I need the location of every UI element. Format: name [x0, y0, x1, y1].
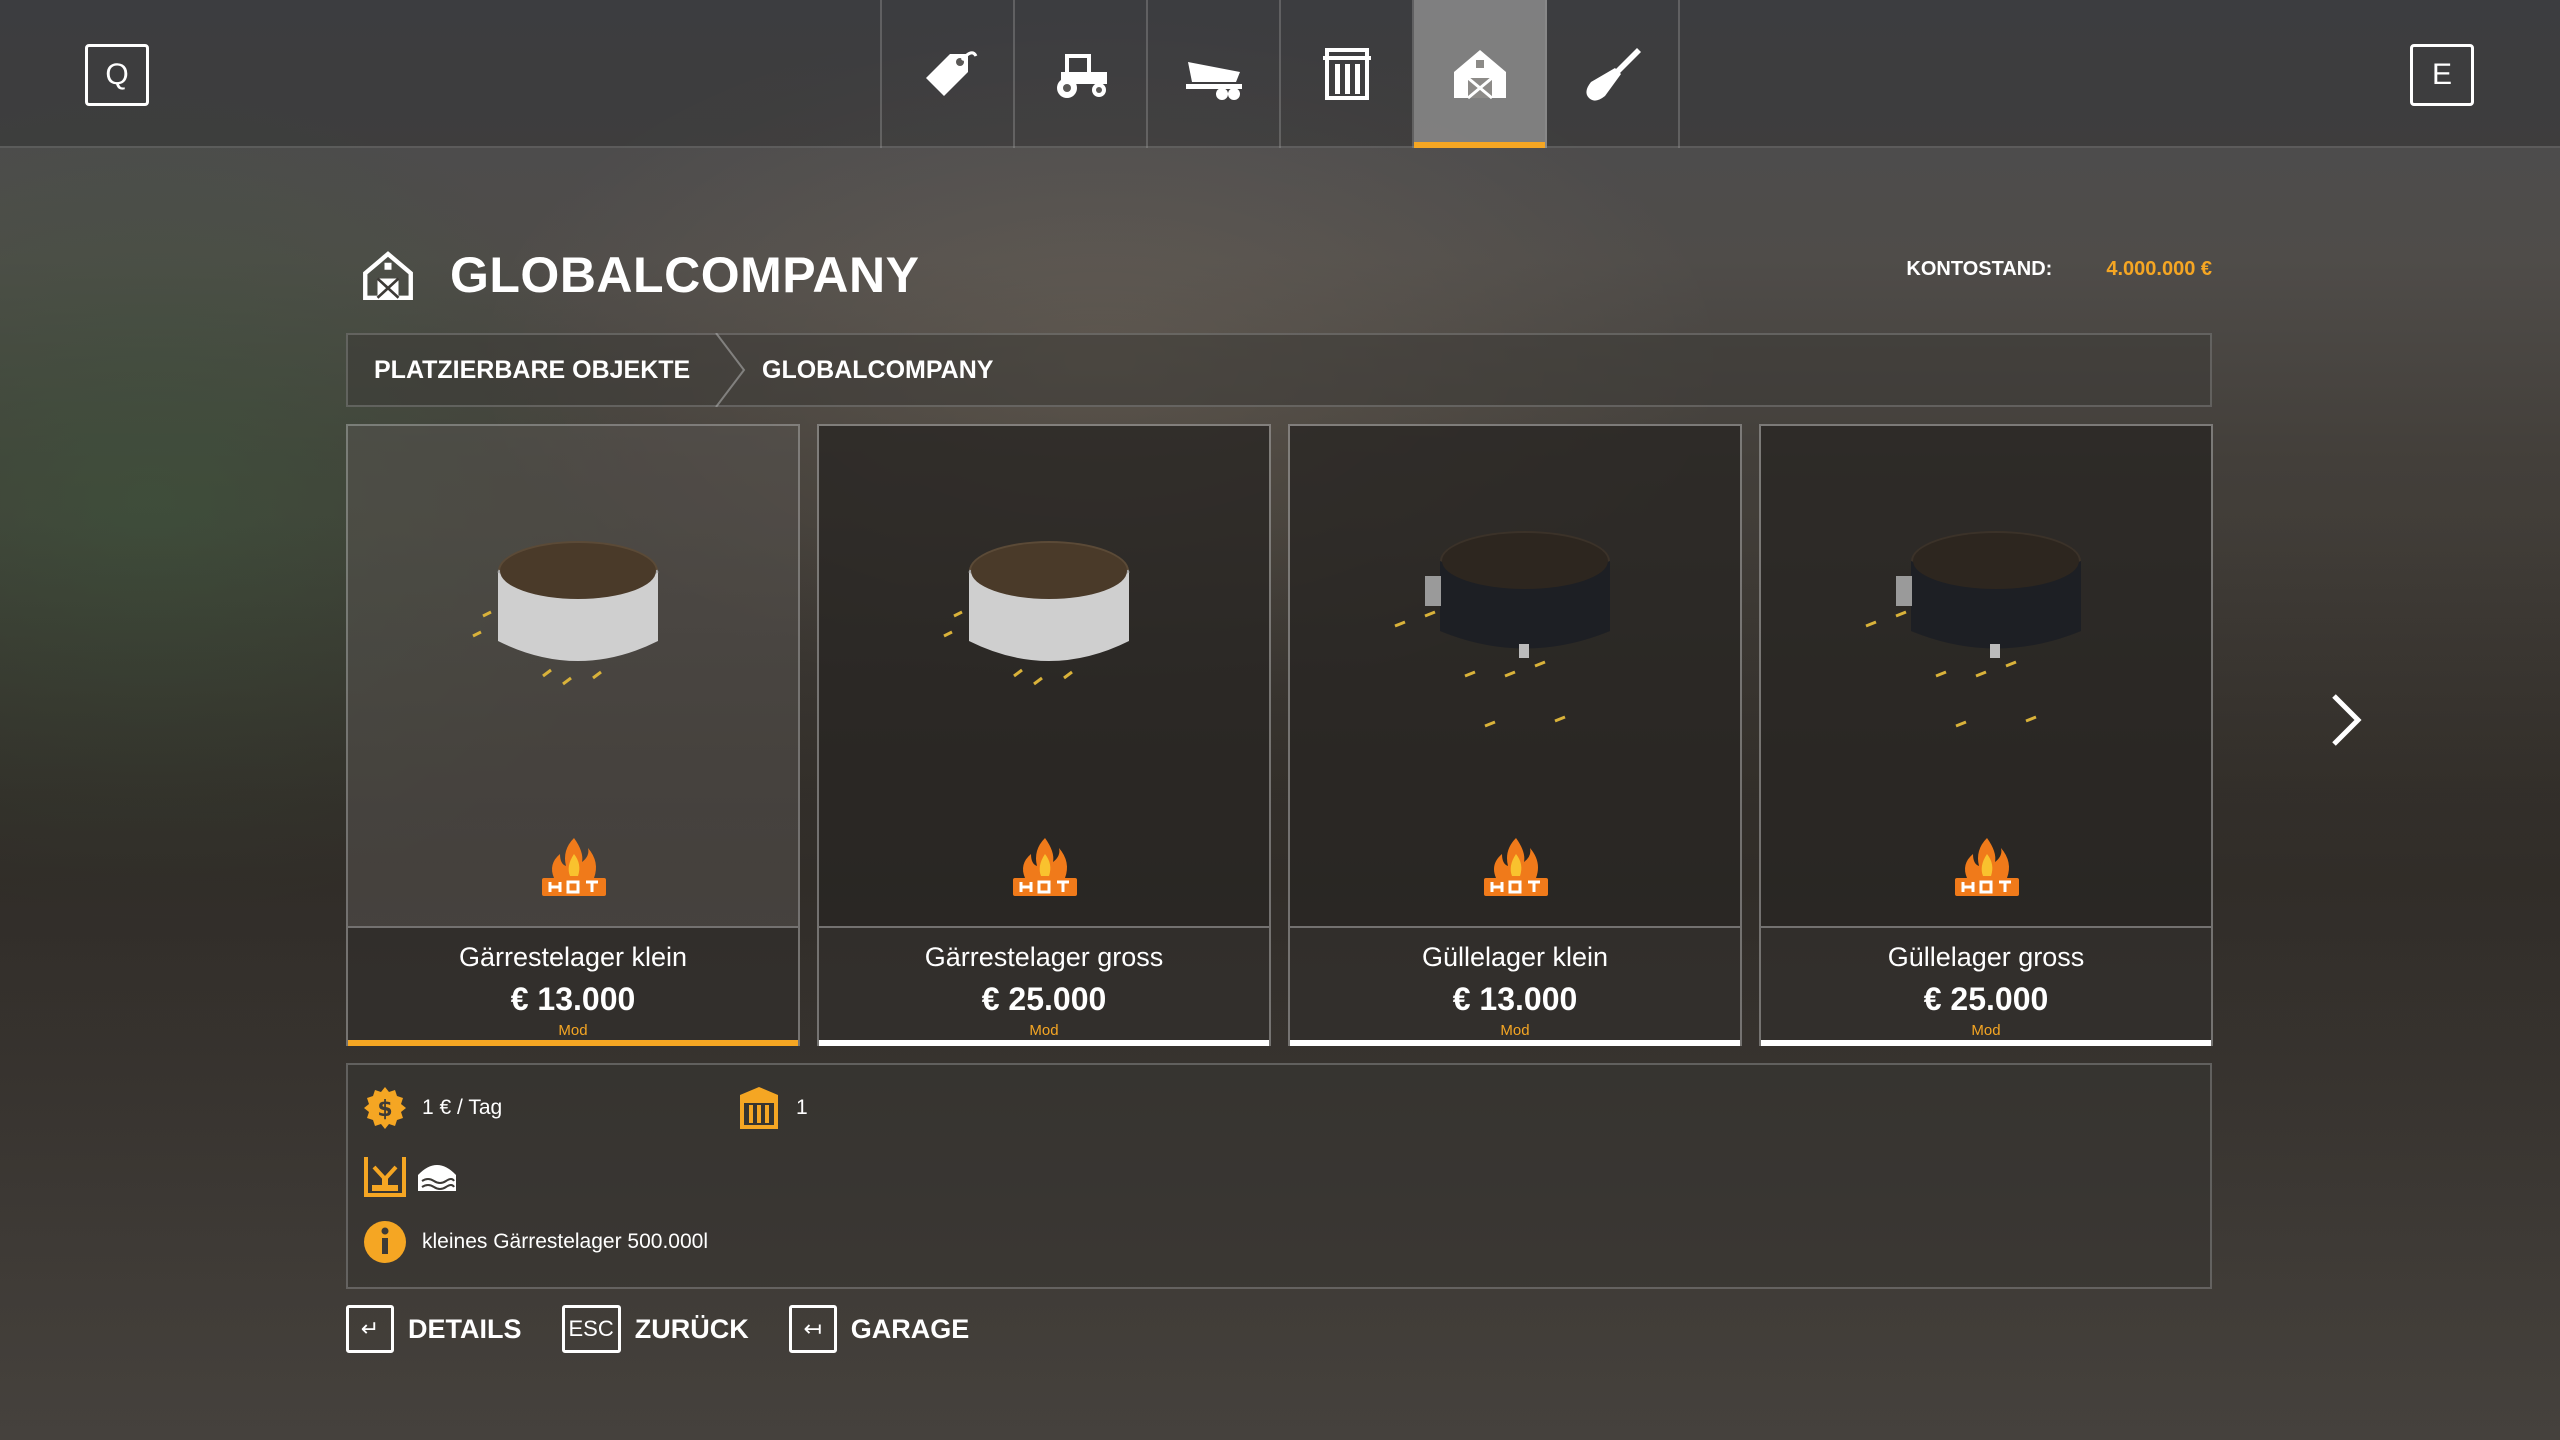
details-button[interactable]: ↵ DETAILS — [346, 1304, 522, 1354]
enter-key-icon: ↵ — [346, 1305, 394, 1353]
tractor-icon — [1056, 54, 1107, 98]
item-mod-tag: Mod — [1500, 1022, 1530, 1039]
item-name: Güllelager gross — [1887, 942, 2085, 972]
info-icon — [364, 1221, 406, 1263]
item-name: Gärrestelager gross — [924, 942, 1164, 972]
black-storage-tank-icon — [1394, 531, 1610, 728]
trailer-icon — [1185, 62, 1242, 100]
esc-key-icon: ESC — [561, 1305, 621, 1353]
chevron-right-icon[interactable] — [2326, 692, 2366, 748]
item-list: Gärrestelager klein € 13.000 Mod Gärrest… — [346, 424, 2213, 1046]
tab-objects[interactable] — [1281, 0, 1414, 148]
top-navigation-bar: Q E — [0, 0, 2560, 148]
item-info: Gärrestelager gross € 25.000 Mod — [819, 926, 1269, 1044]
footer-actions: ↵ DETAILS ESC ZURÜCK ↤ GARAGE — [346, 1304, 969, 1354]
item-name: Güllelager klein — [1421, 942, 1609, 972]
digestate-tank-icon — [418, 1165, 456, 1191]
hot-badge-icon — [1013, 838, 1077, 896]
breadcrumb-item-placeables[interactable]: PLATZIERBARE OBJEKTE — [348, 335, 732, 405]
tab-placeables[interactable] — [1414, 0, 1547, 148]
description-row: kleines Gärrestelager 500.000l — [362, 1219, 708, 1265]
back-label: ZURÜCK — [634, 1313, 749, 1344]
account-balance: KONTOSTAND: 4.000.000 € — [1906, 258, 2212, 281]
tab-vehicles[interactable] — [1015, 0, 1148, 148]
white-storage-tank-icon — [472, 541, 659, 686]
item-info: Güllelager gross € 25.000 Mod — [1761, 926, 2211, 1044]
item-description: kleines Gärrestelager 500.000l — [422, 1230, 709, 1253]
storage-fill-icon — [364, 1157, 406, 1197]
item-price: € 13.000 — [510, 981, 636, 1017]
item-mod-tag: Mod — [1971, 1022, 2001, 1039]
page-title: GLOBALCOMPANY — [450, 247, 920, 303]
svg-text:$: $ — [377, 1097, 392, 1122]
item-price: € 25.000 — [981, 981, 1107, 1017]
shovel-icon — [1585, 48, 1641, 101]
tab-key-icon: ↤ — [788, 1305, 837, 1353]
item-name: Gärrestelager klein — [458, 942, 688, 972]
breadcrumb-item-globalcompany[interactable]: GLOBALCOMPANY — [732, 335, 993, 405]
garage-label: GARAGE — [850, 1313, 970, 1344]
hot-badge-icon — [1955, 838, 2019, 896]
tab-sale[interactable] — [882, 0, 1015, 148]
item-info: Güllelager klein € 13.000 Mod — [1290, 926, 1740, 1044]
count-value: 1 — [796, 1096, 808, 1119]
black-storage-tank-icon — [1865, 531, 2081, 728]
item-card[interactable]: Gärrestelager klein € 13.000 Mod — [346, 424, 800, 1046]
item-price: € 13.000 — [1452, 981, 1578, 1017]
item-info: Gärrestelager klein € 13.000 Mod — [348, 926, 798, 1044]
item-image — [348, 426, 798, 926]
item-card[interactable]: Güllelager gross € 25.000 Mod — [1759, 424, 2213, 1046]
price-tag-icon — [925, 51, 977, 96]
page-header: GLOBALCOMPANY KONTOSTAND: 4.000.000 € — [360, 240, 2212, 310]
balance-label: KONTOSTAND: — [1906, 258, 2053, 280]
dollar-gear-icon: $ — [364, 1087, 406, 1129]
pallet-icon — [1322, 48, 1371, 100]
upkeep-value: 1 € / Tag — [422, 1096, 503, 1119]
next-page-key[interactable]: E — [2410, 44, 2474, 106]
item-price: € 25.000 — [1923, 981, 2049, 1017]
item-card[interactable]: Güllelager klein € 13.000 Mod — [1288, 424, 1742, 1046]
hot-badge-icon — [542, 838, 606, 896]
category-tabs — [880, 0, 1680, 148]
back-button[interactable]: ESC ZURÜCK — [561, 1304, 749, 1354]
item-mod-tag: Mod — [558, 1022, 588, 1039]
tab-landscaping[interactable] — [1547, 0, 1680, 148]
breadcrumb: PLATZIERBARE OBJEKTE GLOBALCOMPANY — [346, 333, 2212, 407]
garage-button[interactable]: ↤ GARAGE — [788, 1304, 970, 1354]
details-label: DETAILS — [408, 1313, 522, 1344]
fill-types-row — [362, 1153, 466, 1199]
item-mod-tag: Mod — [1029, 1022, 1059, 1039]
upkeep-row: $ 1 € / Tag — [362, 1085, 502, 1131]
item-selection-bar — [1761, 1040, 2211, 1046]
item-image — [1761, 426, 2211, 926]
item-card[interactable]: Gärrestelager gross € 25.000 Mod — [817, 424, 1271, 1046]
item-image — [819, 426, 1269, 926]
count-row: 1 — [736, 1085, 808, 1131]
item-details-panel: $ 1 € / Tag 1 kleines Gärrestelager 500.… — [346, 1063, 2212, 1289]
item-selection-bar — [348, 1040, 798, 1046]
balance-value: 4.000.000 € — [2106, 258, 2212, 280]
item-image — [1290, 426, 1740, 926]
white-storage-tank-icon — [943, 541, 1130, 686]
barn-icon — [363, 251, 413, 300]
hot-badge-icon — [1484, 838, 1548, 896]
prev-page-key[interactable]: Q — [85, 44, 149, 106]
item-selection-bar — [819, 1040, 1269, 1046]
item-selection-bar — [1290, 1040, 1740, 1046]
barn-icon — [1453, 50, 1506, 100]
tab-tools[interactable] — [1148, 0, 1281, 148]
pallet-icon — [740, 1087, 778, 1129]
